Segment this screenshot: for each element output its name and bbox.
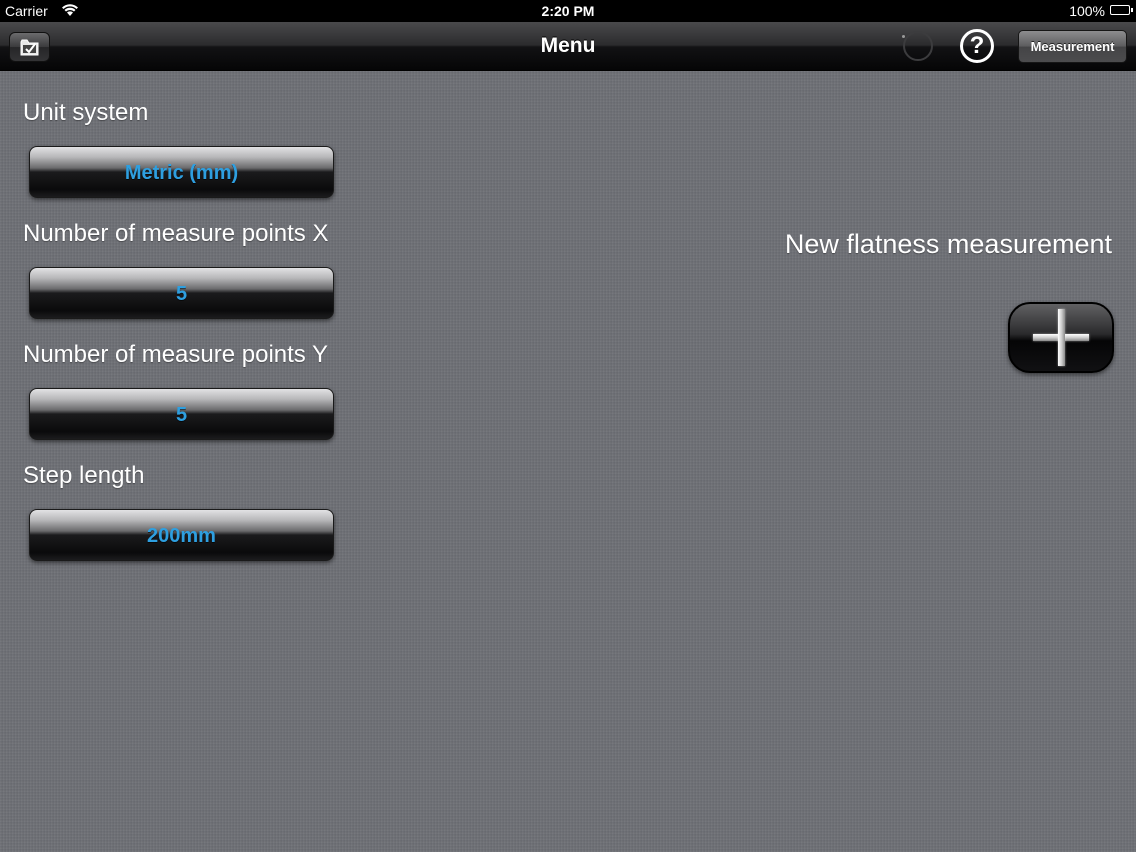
add-measurement-button[interactable] [1008, 302, 1114, 373]
measurement-button[interactable]: Measurement [1018, 30, 1127, 63]
step-length-label: Step length [23, 462, 145, 489]
battery-icon [1110, 5, 1133, 15]
measure-points-y-button[interactable]: 5 [29, 388, 334, 440]
new-measurement-label: New flatness measurement [784, 229, 1112, 259]
measure-points-y-label: Number of measure points Y [23, 341, 329, 368]
navigation-bar: Menu ? Measurement [0, 22, 1136, 71]
activity-indicator [902, 31, 933, 61]
help-button[interactable]: ? [960, 29, 994, 63]
measure-points-x-button[interactable]: 5 [29, 267, 334, 319]
unit-system-label: Unit system [23, 99, 149, 126]
battery-percentage: 100% [1069, 3, 1105, 19]
step-length-button[interactable]: 200mm [29, 509, 334, 561]
measure-points-x-label: Number of measure points X [23, 220, 329, 247]
clock: 2:20 PM [541, 3, 595, 19]
status-bar: Carrier 2:20 PM 100% [0, 0, 1136, 22]
unit-system-button[interactable]: Metric (mm) [29, 146, 334, 198]
